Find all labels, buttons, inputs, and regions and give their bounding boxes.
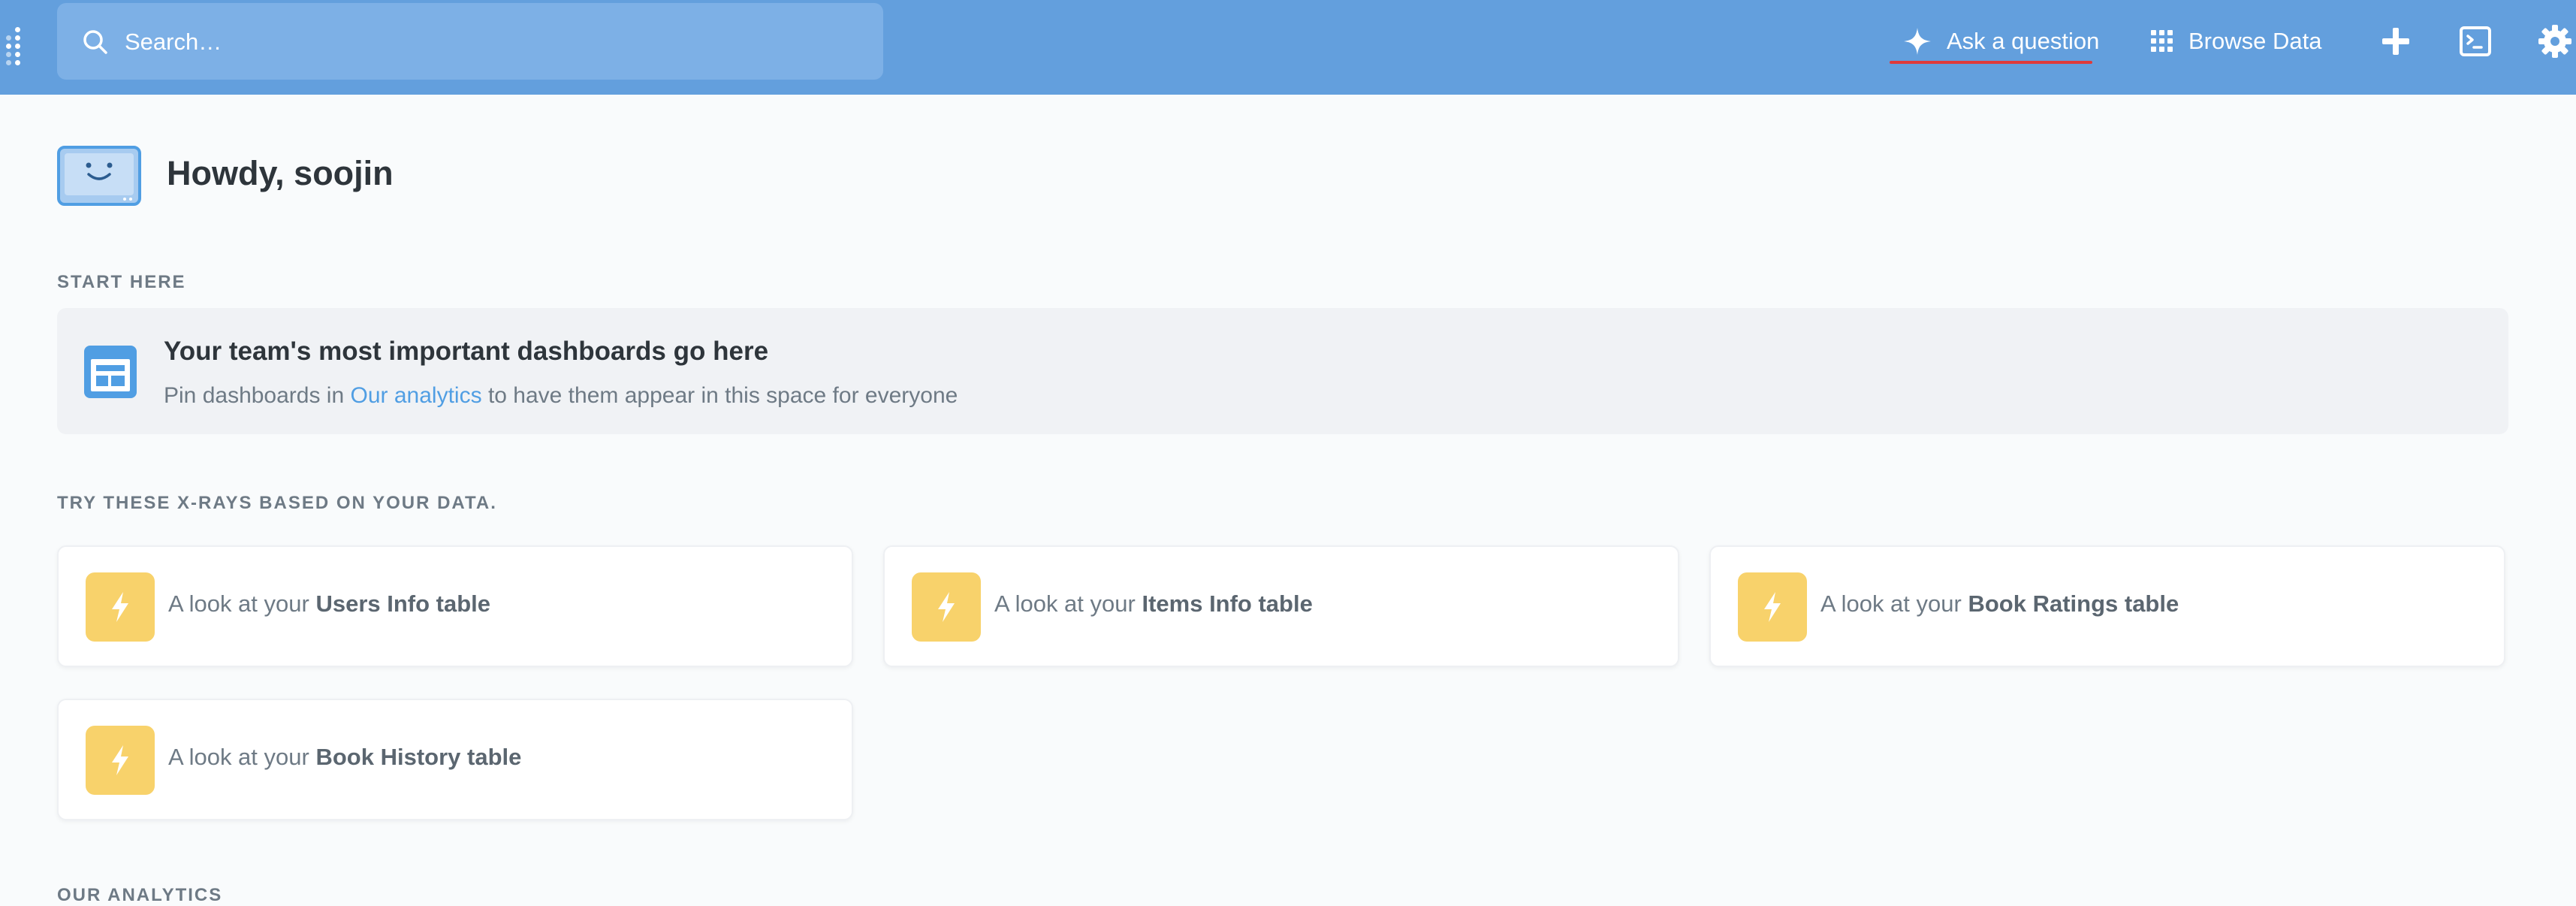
- xray-card-book-ratings[interactable]: A look at your Book Ratings table: [1709, 545, 2505, 667]
- xray-icon-box: [86, 726, 155, 795]
- bolt-icon: [1764, 592, 1781, 622]
- xray-table-name: Book Ratings table: [1968, 590, 2179, 617]
- top-navbar: Ask a question Browse Data: [0, 0, 2576, 95]
- xray-prefix: A look at your: [168, 590, 309, 617]
- terminal-icon: [2460, 26, 2491, 56]
- start-here-panel: Your team's most important dashboards go…: [57, 308, 2508, 434]
- dashboard-icon: [84, 346, 137, 398]
- happy-monitor-icon: [57, 146, 141, 206]
- start-here-body-prefix: Pin dashboards in: [164, 383, 345, 408]
- settings-button[interactable]: [2537, 23, 2573, 59]
- search-icon: [83, 30, 107, 54]
- our-analytics-link[interactable]: Our analytics: [351, 383, 482, 408]
- start-here-title: Your team's most important dashboards go…: [164, 337, 769, 366]
- browse-data-label: Browse Data: [2188, 28, 2322, 54]
- sql-editor-button[interactable]: [2457, 23, 2493, 59]
- xray-prefix: A look at your: [994, 590, 1136, 617]
- new-button[interactable]: [2378, 23, 2414, 59]
- xray-table-name: Book History table: [315, 744, 522, 770]
- start-here-body-suffix: to have them appear in this space for ev…: [487, 383, 958, 408]
- xray-card-users-info[interactable]: A look at your Users Info table: [57, 545, 853, 667]
- xray-card-items-info[interactable]: A look at your Items Info table: [883, 545, 1679, 667]
- xray-prefix: A look at your: [1820, 590, 1962, 617]
- metabase-logo-icon[interactable]: [2, 27, 26, 68]
- grid-icon: [2151, 30, 2173, 53]
- ask-question-underline: [1890, 61, 2092, 64]
- xray-table-name: Items Info table: [1142, 590, 1313, 617]
- search-input[interactable]: [123, 20, 862, 65]
- xray-card-text: A look at your Items Info table: [994, 590, 1313, 618]
- start-here-label: START HERE: [57, 272, 186, 292]
- search-bar[interactable]: [57, 3, 883, 80]
- sparkle-icon: [1904, 28, 1931, 55]
- ask-question-button[interactable]: Ask a question: [1903, 21, 2099, 62]
- browse-data-button[interactable]: Browse Data: [2151, 21, 2321, 62]
- gear-icon: [2538, 25, 2571, 58]
- start-here-description: Pin dashboards in Our analytics to have …: [164, 383, 958, 409]
- xray-icon-box: [1738, 572, 1807, 642]
- xray-icon-box: [912, 572, 981, 642]
- xrays-label: TRY THESE X-RAYS BASED ON YOUR DATA.: [57, 493, 497, 513]
- plus-icon: [2382, 28, 2409, 55]
- xray-icon-box: [86, 572, 155, 642]
- bolt-icon: [112, 592, 128, 622]
- xray-card-book-history[interactable]: A look at your Book History table: [57, 699, 853, 820]
- bolt-icon: [112, 745, 128, 775]
- greeting-title: Howdy, soojin: [167, 154, 394, 192]
- bolt-icon: [938, 592, 955, 622]
- xray-card-text: A look at your Book History table: [168, 744, 521, 771]
- our-analytics-section-label: OUR ANALYTICS: [57, 885, 223, 905]
- xray-card-text: A look at your Users Info table: [168, 590, 490, 618]
- xray-table-name: Users Info table: [315, 590, 491, 617]
- xray-card-text: A look at your Book Ratings table: [1820, 590, 2179, 618]
- ask-question-label: Ask a question: [1947, 28, 2100, 54]
- xray-prefix: A look at your: [168, 744, 309, 770]
